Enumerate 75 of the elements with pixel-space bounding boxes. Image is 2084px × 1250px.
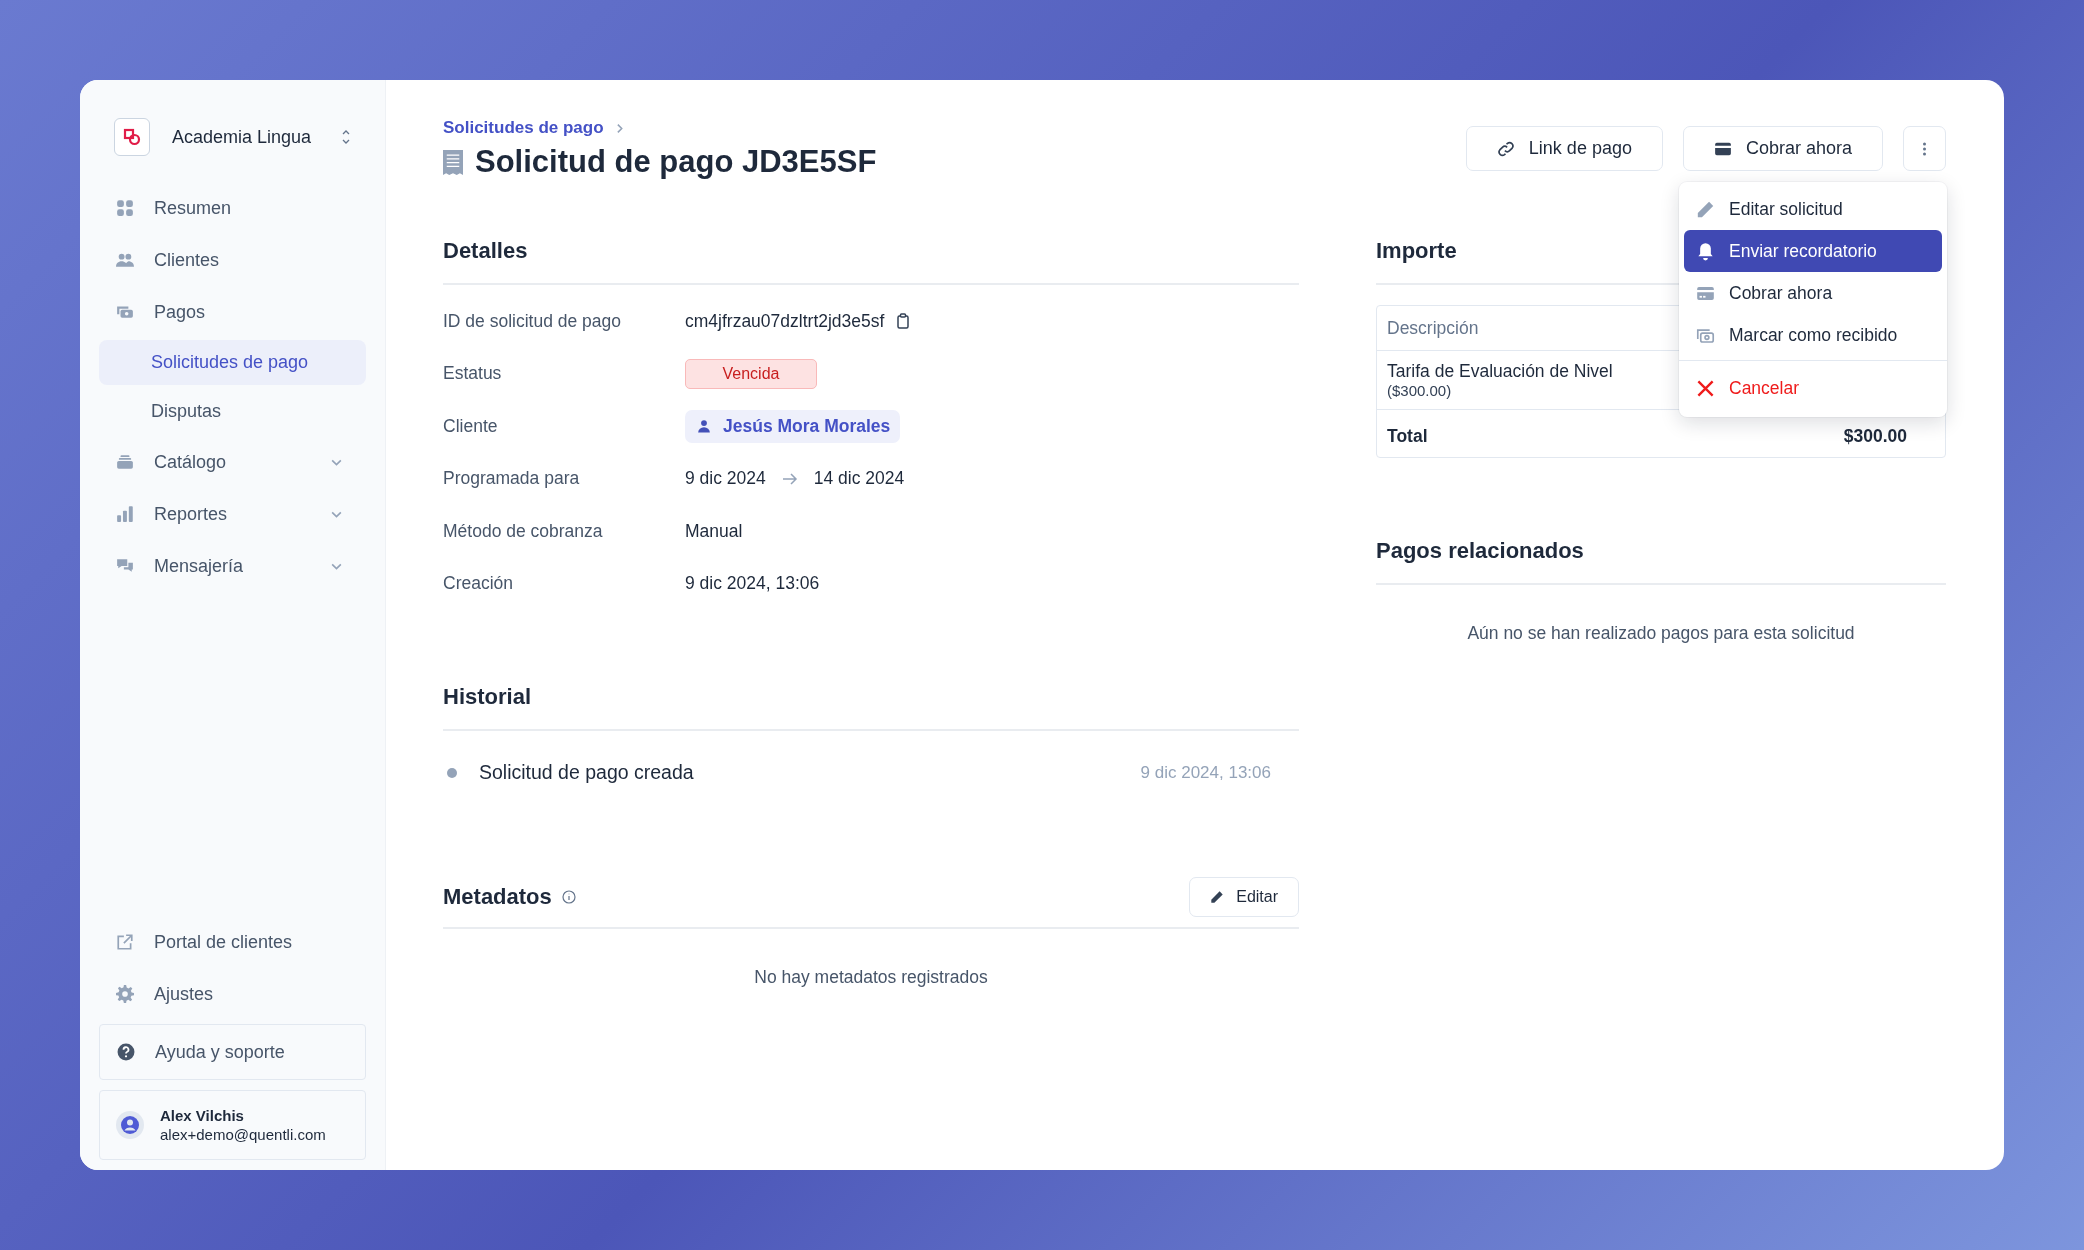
action-button[interactable]: Link de pago	[1465, 126, 1663, 171]
field-label: Estatus	[443, 363, 503, 385]
pencil-icon	[1696, 199, 1715, 219]
grid-icon	[116, 199, 134, 217]
menu-item[interactable]: Editar solicitud	[1684, 188, 1942, 230]
bar-chart-icon	[116, 505, 134, 523]
section-heading: Pagos relacionados	[1376, 538, 1584, 565]
sidebar-subitem[interactable]: Solicitudes de pago	[99, 340, 366, 385]
field-value: 9 dic 2024, 13:06	[685, 573, 820, 595]
action-button[interactable]: Cobrar ahora	[1682, 126, 1883, 171]
breadcrumb-link[interactable]: Solicitudes de pago	[443, 118, 604, 138]
workspace-name: Academia Lingua	[172, 126, 313, 148]
empty-message: No hay metadatos registrados	[753, 967, 989, 988]
empty-message: Aún no se han realizado pagos para esta solicitud	[1466, 623, 1856, 644]
pencil-icon	[1210, 890, 1225, 904]
chevron-updown-icon[interactable]	[341, 129, 351, 145]
section-heading: Metadatos	[443, 884, 552, 910]
sidebar-subitem[interactable]: Disputas	[99, 389, 366, 434]
sidebar-item[interactable]: Portal de clientes	[99, 916, 366, 968]
sidebar-item[interactable]: Mensajería	[99, 540, 366, 592]
status-badge: Vencida	[685, 358, 817, 389]
section-heading: Importe	[1376, 238, 1457, 265]
section-heading: Detalles	[443, 238, 528, 265]
user-email: alex+demo@quentli.com	[160, 1125, 326, 1144]
sidebar-item[interactable]: Pagos	[99, 286, 366, 338]
field-label: Programada para	[443, 468, 581, 490]
table-cell: Tarifa de Evaluación de Nivel	[1387, 361, 1613, 382]
field-value: Manual	[685, 520, 743, 542]
arrow-right-icon	[781, 472, 798, 485]
section-heading: Historial	[443, 684, 532, 711]
sidebar-item[interactable]: Resumen	[99, 182, 366, 234]
menu-item[interactable]: Enviar recordatorio	[1684, 230, 1942, 272]
menu-item[interactable]: Cobrar ahora	[1684, 272, 1942, 314]
help-button[interactable]: Ayuda y soporte	[99, 1024, 366, 1080]
menu-item[interactable]: Marcar como recibido	[1684, 314, 1942, 356]
field-value: 14 dic 2024	[813, 468, 905, 490]
help-icon	[117, 1043, 135, 1061]
menu-item[interactable]: Cancelar	[1684, 367, 1942, 409]
field-value: 9 dic 2024	[685, 468, 766, 490]
user-card[interactable]: Alex Vilchis alex+demo@quentli.com	[99, 1090, 366, 1160]
client-link[interactable]: Jesús Mora Morales	[685, 409, 901, 443]
edit-button[interactable]: Editar	[1189, 877, 1299, 917]
field-label: Método de cobranza	[443, 520, 604, 542]
user-name: Alex Vilchis	[160, 1106, 245, 1125]
avatar-icon	[116, 1111, 144, 1139]
column-header: Descripción	[1387, 317, 1479, 339]
table-cell-text: ($300.00)	[1387, 382, 1453, 399]
field-label: ID de solicitud de pago	[443, 310, 623, 332]
field-value: cm4jfrzau07dzltrt2jd3e5sf	[685, 310, 885, 332]
users-icon	[116, 251, 134, 269]
logo-icon	[114, 118, 150, 156]
cash-icon	[116, 303, 134, 321]
receipt-icon	[443, 149, 463, 175]
total-value: $300.00	[1843, 426, 1907, 447]
copy-icon[interactable]	[896, 313, 911, 330]
history-time: 9 dic 2024, 13:06	[1140, 762, 1271, 783]
field-label: Cliente	[443, 415, 499, 437]
field-label: Creación	[443, 573, 515, 595]
external-link-icon	[116, 933, 134, 951]
link-icon	[1496, 139, 1515, 158]
page-title: Solicitud de pago JD3E5SF	[475, 144, 877, 180]
close-icon	[1696, 378, 1715, 398]
timeline-dot	[447, 767, 457, 778]
settings-icon	[116, 985, 134, 1003]
sidebar-item[interactable]: Clientes	[99, 234, 366, 286]
history-event: Solicitud de pago creada	[479, 761, 695, 784]
sidebar-item[interactable]: Ajustes	[99, 968, 366, 1020]
sidebar-item[interactable]: Reportes	[99, 488, 366, 540]
total-label: Total	[1387, 426, 1428, 447]
sidebar-item[interactable]: Catálogo	[99, 436, 366, 488]
person-icon	[697, 419, 711, 434]
more-icon	[1922, 140, 1927, 157]
bell-icon	[1696, 241, 1715, 261]
stack-icon	[116, 453, 134, 471]
info-icon	[561, 890, 576, 904]
